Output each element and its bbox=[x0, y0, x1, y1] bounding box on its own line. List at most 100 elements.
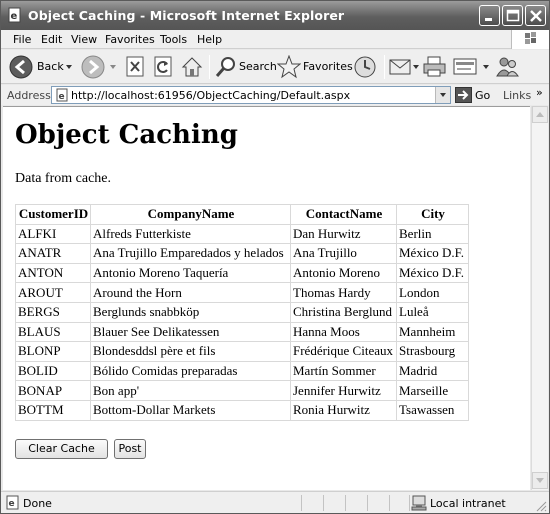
stop-button[interactable] bbox=[125, 53, 147, 81]
post-button[interactable]: Post bbox=[114, 439, 146, 459]
minimize-button[interactable] bbox=[479, 5, 500, 26]
cell-contactname: Antonio Moreno bbox=[290, 262, 397, 284]
cell-contactname: Hanna Moos bbox=[290, 321, 397, 343]
cell-companyname: Antonio Moreno Taquería bbox=[90, 262, 291, 284]
standard-toolbar: Back Search Favorites bbox=[1, 50, 549, 84]
close-button[interactable] bbox=[525, 5, 546, 26]
close-icon bbox=[530, 10, 542, 22]
browser-window: e Object Caching - Microsoft Internet Ex… bbox=[0, 0, 550, 514]
favorites-button[interactable]: Favorites bbox=[277, 53, 353, 81]
cell-contactname: Christina Berglund bbox=[290, 301, 397, 323]
svg-text:e: e bbox=[11, 11, 18, 22]
search-button[interactable]: Search bbox=[215, 53, 277, 81]
search-icon bbox=[215, 57, 235, 77]
status-pane-divider bbox=[345, 495, 346, 511]
page-title: Object Caching bbox=[15, 120, 238, 150]
cell-contactname: Martín Sommer bbox=[290, 360, 397, 382]
forward-button[interactable] bbox=[81, 53, 121, 81]
table-row: BOLID Bólido Comidas preparadas Martín Som… bbox=[15, 360, 469, 382]
history-button[interactable] bbox=[353, 53, 379, 81]
cell-city: Tsawassen bbox=[396, 399, 469, 421]
menu-view[interactable]: View bbox=[71, 33, 97, 46]
cell-city: Luleå bbox=[396, 301, 469, 323]
address-bar: Address e http://localhost:61956/ObjectC… bbox=[1, 85, 549, 105]
column-header-contactname: ContactName bbox=[290, 204, 397, 225]
mail-dropdown-icon bbox=[413, 65, 419, 69]
messenger-people-icon bbox=[496, 57, 519, 77]
address-label: Address bbox=[7, 89, 51, 102]
scroll-up-arrow-icon bbox=[536, 112, 544, 117]
menu-tools[interactable]: Tools bbox=[160, 33, 187, 46]
menu-file[interactable]: File bbox=[13, 33, 31, 46]
vertical-scrollbar[interactable] bbox=[531, 106, 548, 490]
table-row: BLONP Blondesddsl père et fils Frédérique … bbox=[15, 341, 469, 362]
clear-cache-button[interactable]: Clear Cache bbox=[15, 439, 108, 459]
cell-companyname: Bottom-Dollar Markets bbox=[90, 399, 291, 421]
back-button[interactable]: Back bbox=[7, 53, 77, 81]
status-pane-divider bbox=[301, 495, 302, 511]
cell-companyname: Bólido Comidas preparadas bbox=[90, 360, 291, 382]
chevron-down-icon bbox=[440, 93, 446, 97]
cell-city: Marseille bbox=[396, 380, 469, 401]
refresh-button[interactable] bbox=[153, 53, 175, 81]
cell-city: México D.F. bbox=[396, 243, 469, 264]
links-toolbar[interactable]: Links bbox=[503, 89, 531, 102]
back-label: Back bbox=[37, 60, 64, 73]
page-done-icon: e bbox=[6, 495, 19, 510]
table-row: ANATR Ana Trujillo Emparedados y helados A… bbox=[15, 243, 469, 264]
links-chevron-icon[interactable]: » bbox=[536, 86, 543, 99]
scroll-up-button[interactable] bbox=[532, 106, 548, 123]
cell-contactname: Ana Trujillo bbox=[290, 243, 397, 264]
maximize-button[interactable] bbox=[502, 5, 523, 26]
print-button[interactable] bbox=[423, 53, 447, 81]
cell-companyname: Blauer See Delikatessen bbox=[90, 321, 291, 343]
menu-edit[interactable]: Edit bbox=[41, 33, 62, 46]
go-label: Go bbox=[475, 89, 491, 102]
cell-companyname: Around the Horn bbox=[90, 282, 291, 303]
toolbar-separator bbox=[209, 55, 210, 79]
table-row: ALFKI Alfreds Futterkiste Dan Hurwitz Berli… bbox=[15, 223, 469, 245]
mail-button[interactable] bbox=[389, 53, 421, 81]
table-header-row: CustomerID CompanyName ContactName City bbox=[15, 204, 469, 225]
title-bar: e Object Caching - Microsoft Internet Ex… bbox=[1, 1, 549, 30]
cell-customerid: BOLID bbox=[15, 360, 91, 382]
scroll-down-button[interactable] bbox=[532, 472, 548, 489]
search-label: Search bbox=[239, 60, 277, 73]
status-pane-divider bbox=[389, 495, 390, 511]
cell-city: London bbox=[396, 282, 469, 303]
cell-customerid: BERGS bbox=[15, 301, 91, 323]
local-intranet-icon bbox=[411, 495, 427, 511]
cell-customerid: AROUT bbox=[15, 282, 91, 303]
back-dropdown-icon bbox=[66, 65, 72, 69]
page-content: Object Caching Data from cache. Customer… bbox=[3, 106, 530, 490]
address-input[interactable]: e http://localhost:61956/ObjectCaching/D… bbox=[51, 86, 451, 104]
cell-city: Mannheim bbox=[396, 321, 469, 343]
cell-city: Berlin bbox=[396, 223, 469, 245]
history-icon bbox=[354, 56, 376, 78]
messenger-button[interactable] bbox=[495, 53, 521, 81]
table-row: BOTTM Bottom-Dollar Markets Ronia Hurwitz T… bbox=[15, 399, 469, 421]
home-button[interactable] bbox=[181, 53, 205, 81]
address-dropdown-button[interactable] bbox=[435, 87, 450, 103]
go-arrow-icon bbox=[455, 87, 472, 103]
cell-customerid: ANTON bbox=[15, 262, 91, 284]
edit-button[interactable] bbox=[453, 53, 491, 81]
cell-companyname: Bon app' bbox=[90, 380, 291, 401]
menu-favorites[interactable]: Favorites bbox=[105, 33, 155, 46]
page-icon: e bbox=[56, 88, 68, 102]
window-title: Object Caching - Microsoft Internet Expl… bbox=[28, 8, 345, 23]
refresh-icon bbox=[154, 56, 172, 77]
cell-customerid: BOTTM bbox=[15, 399, 91, 421]
svg-text:e: e bbox=[9, 499, 15, 509]
windows-flag-icon bbox=[525, 32, 536, 44]
resize-grip-icon[interactable] bbox=[535, 500, 547, 512]
go-button[interactable]: Go bbox=[455, 87, 495, 104]
cell-customerid: ALFKI bbox=[15, 223, 91, 245]
cell-contactname: Frédérique Citeaux bbox=[290, 341, 397, 362]
cell-customerid: BLAUS bbox=[15, 321, 91, 343]
menu-help[interactable]: Help bbox=[197, 33, 222, 46]
cell-companyname: Ana Trujillo Emparedados y helados bbox=[90, 243, 291, 264]
table-row: BLAUS Blauer See Delikatessen Hanna Moos Ma… bbox=[15, 321, 469, 343]
printer-icon bbox=[423, 56, 446, 77]
mail-icon bbox=[389, 59, 411, 75]
